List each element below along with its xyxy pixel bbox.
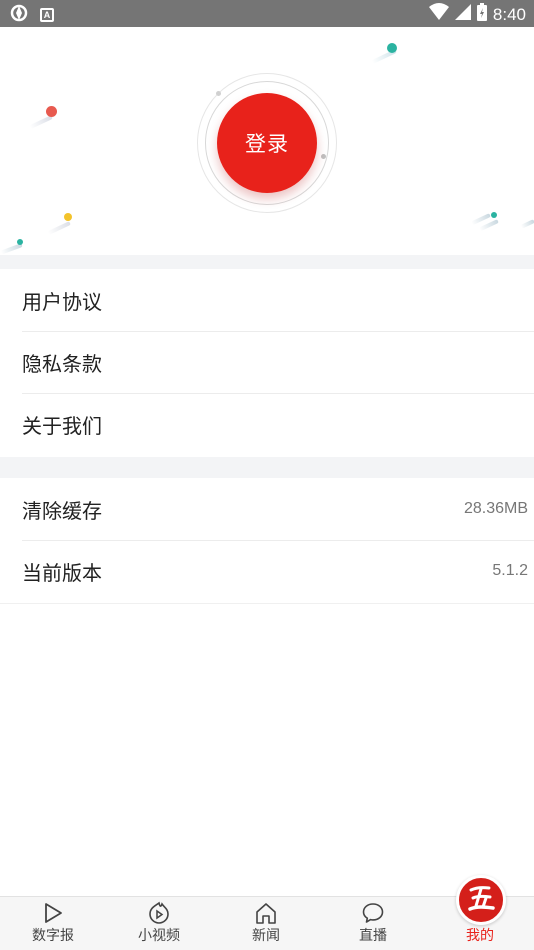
tab-mine[interactable]: 我的 bbox=[427, 875, 533, 950]
menu-group-info: 用户协议 隐私条款 关于我们 bbox=[0, 269, 534, 455]
version-value: 5.1.2 bbox=[492, 562, 528, 579]
decor-dot bbox=[387, 43, 397, 53]
decor-dot bbox=[17, 239, 23, 245]
home-icon bbox=[254, 901, 278, 925]
wifi-icon bbox=[428, 3, 449, 25]
nav-label: 直播 bbox=[359, 928, 387, 944]
a-badge-icon: A bbox=[40, 8, 54, 22]
section-divider bbox=[0, 457, 534, 478]
menu-group-settings: 清除缓存 28.36MB 当前版本 5.1.2 bbox=[0, 478, 534, 602]
decor-dot bbox=[491, 212, 497, 218]
tab-live[interactable]: 直播 bbox=[320, 897, 426, 950]
status-time: 8:40 bbox=[492, 4, 526, 24]
list-bottom-divider bbox=[0, 603, 534, 604]
ring-dot bbox=[216, 91, 221, 96]
row-label: 清除缓存 bbox=[22, 498, 102, 523]
signal-icon bbox=[454, 4, 471, 24]
status-bar: A 8:40 bbox=[0, 0, 534, 27]
mine-logo-icon bbox=[456, 875, 506, 925]
decor-streak bbox=[29, 115, 53, 129]
clear-cache-item[interactable]: 清除缓存 28.36MB bbox=[0, 478, 534, 540]
decor-streak bbox=[520, 219, 534, 229]
decor-dot bbox=[64, 213, 72, 221]
privacy-terms-item[interactable]: 隐私条款 bbox=[0, 331, 534, 393]
row-label: 关于我们 bbox=[22, 413, 102, 438]
bottom-nav: 数字报 小视频 新闻 直播 我的 bbox=[0, 875, 534, 950]
user-agreement-item[interactable]: 用户协议 bbox=[0, 269, 534, 331]
nav-label: 小视频 bbox=[138, 928, 180, 944]
login-button[interactable]: 登录 bbox=[217, 93, 317, 193]
decor-dot bbox=[46, 106, 57, 117]
nav-label: 我的 bbox=[466, 928, 494, 944]
chat-bubble-icon bbox=[361, 901, 385, 925]
cache-size-value: 28.36MB bbox=[463, 500, 528, 517]
current-version-item[interactable]: 当前版本 5.1.2 bbox=[0, 540, 534, 602]
row-label: 用户协议 bbox=[22, 289, 102, 314]
login-hero: 登录 bbox=[0, 27, 534, 255]
play-triangle-icon bbox=[41, 901, 65, 925]
decor-streak bbox=[47, 221, 71, 235]
tab-digital-paper[interactable]: 数字报 bbox=[0, 897, 106, 950]
battery-icon bbox=[476, 3, 487, 25]
video-play-icon bbox=[147, 901, 171, 925]
tab-short-video[interactable]: 小视频 bbox=[106, 897, 212, 950]
nav-label: 新闻 bbox=[252, 928, 280, 944]
decor-streak bbox=[479, 219, 499, 232]
sync-icon bbox=[10, 4, 28, 26]
section-divider bbox=[0, 255, 534, 269]
row-label: 隐私条款 bbox=[22, 351, 102, 376]
nav-label: 数字报 bbox=[32, 928, 74, 944]
ring-dot bbox=[321, 154, 326, 159]
about-us-item[interactable]: 关于我们 bbox=[0, 393, 534, 455]
row-label: 当前版本 bbox=[22, 560, 102, 585]
tab-news[interactable]: 新闻 bbox=[213, 897, 319, 950]
